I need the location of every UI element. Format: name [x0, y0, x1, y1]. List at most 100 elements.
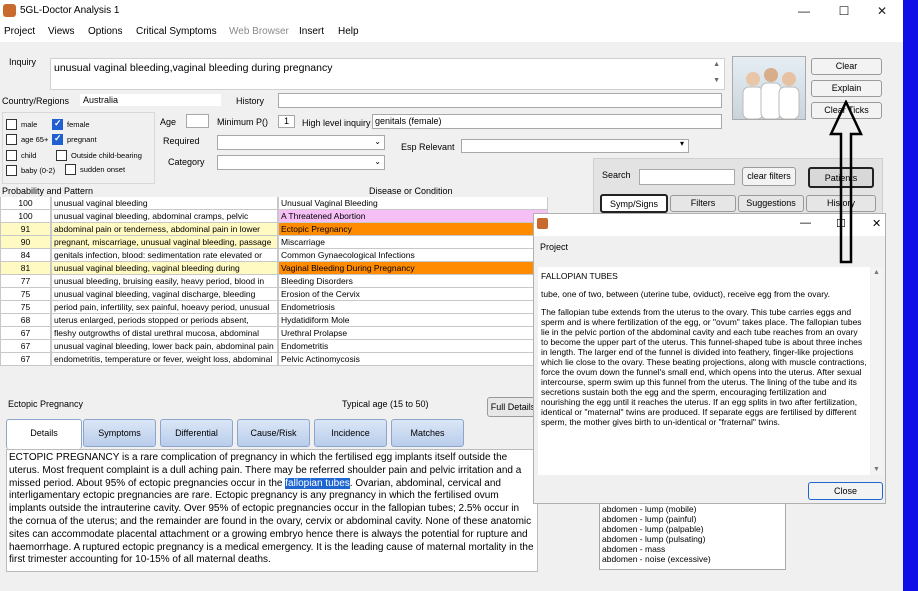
menu-critical-symptoms[interactable]: Critical Symptoms	[136, 26, 217, 37]
popup-close-action-button[interactable]: Close	[808, 482, 883, 500]
symptom-list-item[interactable]: abdomen - mass	[602, 544, 783, 554]
disease-cell[interactable]: Hydatidiform Mole	[278, 314, 548, 327]
probability-cell: 100	[0, 210, 51, 223]
outside-childbearing-checkbox[interactable]	[56, 150, 67, 161]
tab-cause-risk[interactable]: Cause/Risk	[237, 419, 310, 447]
search-input[interactable]	[639, 169, 735, 185]
country-value: Australia	[83, 95, 119, 105]
table-row[interactable]: 67 fleshy outgrowths of distal urethral m…	[0, 327, 548, 340]
popup-close-button[interactable]: ✕	[872, 217, 881, 230]
sudden-onset-checkbox[interactable]	[65, 164, 76, 175]
table-row[interactable]: 91 abdominal pain or tenderness, abdomina…	[0, 223, 548, 236]
probability-cell: 77	[0, 275, 51, 288]
disease-cell[interactable]: Erosion of the Cervix	[278, 288, 548, 301]
selected-condition-label: Ectopic Pregnancy	[8, 399, 84, 409]
doctors-photo	[732, 56, 806, 120]
disease-cell[interactable]: Miscarriage	[278, 236, 548, 249]
symptom-list-item[interactable]: abdomen - lump (mobile)	[602, 504, 783, 514]
menu-options[interactable]: Options	[88, 26, 122, 37]
close-button[interactable]: ✕	[866, 0, 898, 22]
disease-cell[interactable]: Pelvic Actinomycosis	[278, 353, 548, 366]
window-title: 5GL-Doctor Analysis 1	[20, 5, 120, 16]
symptom-list[interactable]: abdomen - lump (mobile) abdomen - lump (…	[599, 502, 786, 570]
history-input[interactable]	[278, 93, 722, 108]
app-icon	[3, 4, 16, 17]
symptom-list-item[interactable]: abdomen - lump (pulsating)	[602, 534, 783, 544]
pattern-cell: unusual vaginal bleeding, vaginal discha…	[51, 288, 278, 301]
high-level-input[interactable]: genitals (female)	[372, 114, 722, 129]
clear-filters-button[interactable]: clear filters	[742, 167, 796, 186]
age65-checkbox[interactable]	[6, 134, 17, 145]
full-details-button[interactable]: Full Details	[487, 397, 539, 417]
highlighted-term[interactable]: fallopian tubes	[285, 477, 350, 489]
age-input[interactable]	[186, 114, 209, 128]
symptom-list-item[interactable]: abdomen - noise (excessive)	[602, 554, 783, 564]
category-select[interactable]: ⌄	[217, 155, 385, 170]
table-row[interactable]: 77 unusual bleeding, bruising easily, hea…	[0, 275, 548, 288]
inquiry-input[interactable]: unusual vaginal bleeding,vaginal bleedin…	[50, 58, 725, 90]
pattern-cell: genitals infection, blood: sedimentation…	[51, 249, 278, 262]
inquiry-label: Inquiry	[9, 57, 37, 67]
menu-insert[interactable]: Insert	[299, 26, 324, 37]
doctors-image	[742, 68, 800, 120]
pattern-cell: unusual vaginal bleeding, abdominal cram…	[51, 210, 278, 223]
required-select[interactable]: ⌄	[217, 135, 385, 150]
pregnant-label: pregnant	[67, 135, 97, 144]
table-row[interactable]: 90 pregnant, miscarriage, unusual vaginal…	[0, 236, 548, 249]
tab-matches[interactable]: Matches	[391, 419, 464, 447]
popup-scrollbar[interactable]: ▲ ▼	[871, 267, 883, 475]
menu-web-browser[interactable]: Web Browser	[229, 26, 289, 37]
maximize-button[interactable]: ☐	[828, 0, 860, 22]
tab-filters[interactable]: Filters	[670, 195, 736, 212]
child-checkbox[interactable]	[6, 150, 17, 161]
table-row[interactable]: 67 unusual vaginal bleeding, lower back p…	[0, 340, 548, 353]
clear-button[interactable]: Clear	[811, 58, 882, 75]
min-p-input[interactable]: 1	[278, 115, 295, 128]
explain-button[interactable]: Explain	[811, 80, 882, 97]
scroll-down-icon[interactable]: ▼	[713, 77, 720, 84]
condition-details-text[interactable]: ECTOPIC PREGNANCY is a rare complication…	[6, 449, 538, 572]
tab-suggestions[interactable]: Suggestions	[738, 195, 804, 212]
menu-views[interactable]: Views	[48, 26, 75, 37]
scroll-down-icon[interactable]: ▼	[873, 466, 880, 473]
table-row[interactable]: 100 unusual vaginal bleeding Unusual Vagin…	[0, 197, 548, 210]
menu-help[interactable]: Help	[338, 26, 359, 37]
disease-cell[interactable]: Endometritis	[278, 340, 548, 353]
esp-relevant-select[interactable]: ▾	[461, 139, 689, 153]
table-row[interactable]: 75 period pain, infertility, sex painful,…	[0, 301, 548, 314]
probability-cell: 67	[0, 353, 51, 366]
tab-symptoms[interactable]: Symptoms	[83, 419, 156, 447]
scroll-up-icon[interactable]: ▲	[713, 61, 720, 68]
scroll-up-icon[interactable]: ▲	[873, 269, 880, 276]
table-row[interactable]: 67 endometritis, temperature or fever, we…	[0, 353, 548, 366]
disease-cell[interactable]: A Threatened Abortion	[278, 210, 548, 223]
disease-cell[interactable]: Endometriosis	[278, 301, 548, 314]
disease-cell[interactable]: Bleeding Disorders	[278, 275, 548, 288]
disease-cell[interactable]: Vaginal Bleeding During Pregnancy	[278, 262, 548, 275]
menu-project[interactable]: Project	[4, 26, 35, 37]
symptom-list-item[interactable]: abdomen - lump (palpable)	[602, 524, 783, 534]
symptom-list-item[interactable]: abdomen - lump (painful)	[602, 514, 783, 524]
tab-symp-signs[interactable]: Symp/Signs	[600, 194, 668, 213]
tab-incidence[interactable]: Incidence	[314, 419, 387, 447]
male-checkbox[interactable]	[6, 119, 17, 130]
table-row[interactable]: 100 unusual vaginal bleeding, abdominal c…	[0, 210, 548, 223]
disease-cell[interactable]: Urethral Prolapse	[278, 327, 548, 340]
female-checkbox[interactable]	[52, 118, 63, 130]
disease-cell[interactable]: Common Gynaecological Infections	[278, 249, 548, 262]
table-row[interactable]: 75 unusual vaginal bleeding, vaginal disc…	[0, 288, 548, 301]
disease-cell[interactable]: Ectopic Pregnancy	[278, 223, 548, 236]
probability-cell: 75	[0, 288, 51, 301]
popup-minimize-button[interactable]: —	[800, 217, 811, 229]
table-row[interactable]: 81 unusual vaginal bleeding, vaginal blee…	[0, 262, 548, 275]
country-input[interactable]: Australia	[80, 94, 221, 106]
tab-differential[interactable]: Differential	[160, 419, 233, 447]
disease-cell[interactable]: Unusual Vaginal Bleeding	[278, 197, 548, 210]
table-row[interactable]: 84 genitals infection, blood: sedimentati…	[0, 249, 548, 262]
baby-checkbox[interactable]	[6, 165, 17, 176]
popup-explanation-text[interactable]: FALLOPIAN TUBES tube, one of two, betwee…	[538, 267, 870, 475]
tab-details[interactable]: Details	[6, 419, 82, 449]
table-row[interactable]: 68 uterus enlarged, periods stopped or pe…	[0, 314, 548, 327]
pregnant-checkbox[interactable]	[52, 133, 63, 145]
minimize-button[interactable]: —	[788, 0, 820, 22]
